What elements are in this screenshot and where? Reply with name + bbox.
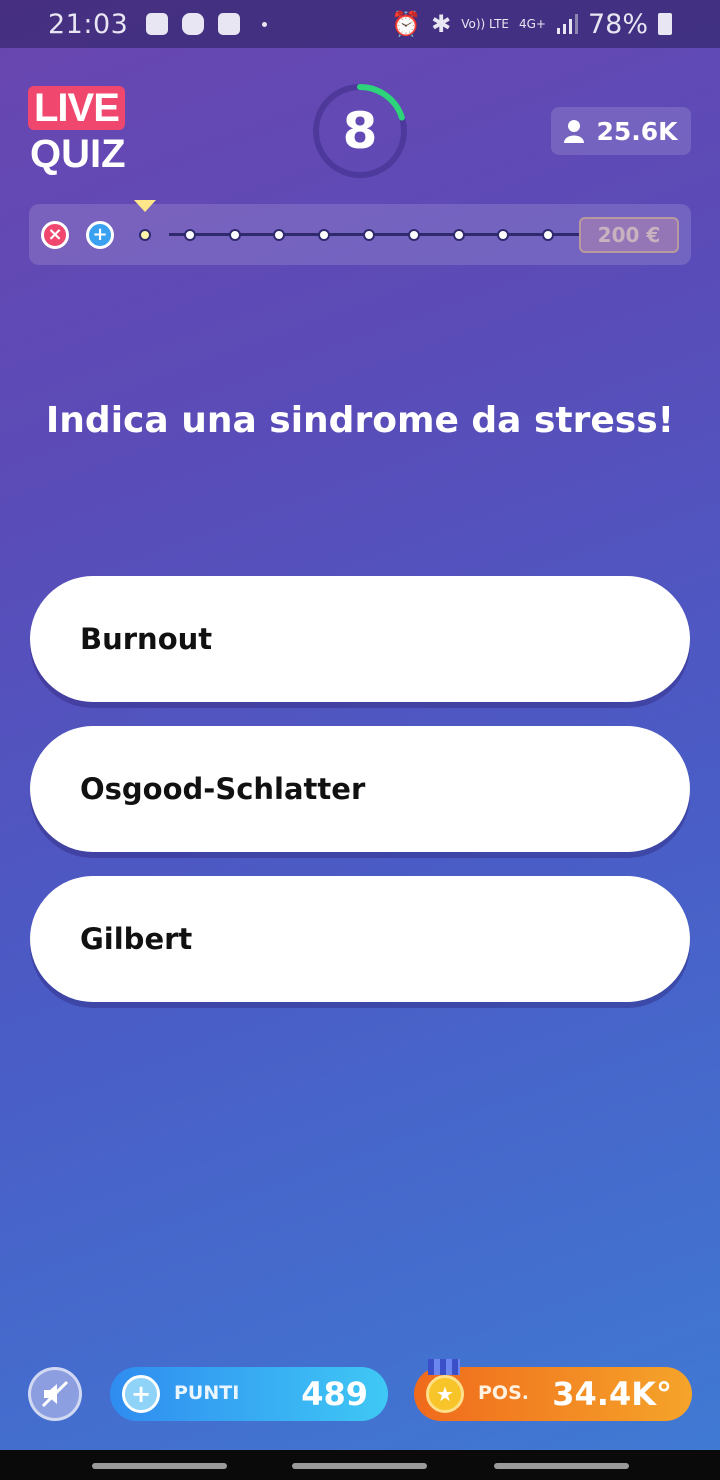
- system-nav-bar: [0, 1450, 720, 1480]
- logo-live-text: LIVE: [28, 86, 125, 130]
- game-notification-icon: [146, 13, 169, 35]
- answer-option-3[interactable]: Gilbert: [30, 876, 690, 1002]
- countdown-timer: 8: [311, 82, 409, 180]
- position-label: POS.: [478, 1382, 529, 1404]
- status-time: 21:03: [48, 8, 129, 40]
- user-icon: [564, 120, 585, 143]
- points-gem-icon: +: [122, 1375, 160, 1413]
- sound-off-icon: [41, 1380, 69, 1408]
- answer-label: Burnout: [80, 622, 213, 656]
- points-badge: + PUNTI 489: [110, 1367, 388, 1421]
- battery-icon: [658, 13, 672, 35]
- close-icon: ×: [47, 224, 63, 245]
- position-value: 34.4K°: [552, 1375, 672, 1413]
- points-value: 489: [301, 1375, 368, 1413]
- nav-home-button[interactable]: [292, 1463, 427, 1469]
- position-badge: ★ POS. 34.4K°: [414, 1359, 692, 1421]
- progress-step-dot: [497, 229, 510, 241]
- extra-life-joker-button[interactable]: +: [86, 221, 114, 249]
- answer-label: Gilbert: [80, 922, 193, 956]
- system-icons: ⏰ ✱ Vo)) LTE 4G+ 78%: [391, 9, 672, 40]
- progress-step-dot: [183, 229, 196, 241]
- mute-button[interactable]: [28, 1367, 82, 1421]
- progress-step-dot: [407, 229, 420, 241]
- timer-seconds: 8: [342, 102, 378, 160]
- progress-step-dot: [318, 229, 331, 241]
- progress-step-dot: [139, 229, 151, 241]
- answer-label: Osgood-Schlatter: [80, 772, 366, 806]
- medal-ribbon-icon: [428, 1359, 460, 1375]
- medal-icon: ★: [426, 1375, 464, 1413]
- remove-answer-joker-button[interactable]: ×: [41, 221, 69, 249]
- progress-step-dot: [273, 229, 286, 241]
- signal-icon: [556, 14, 578, 34]
- nav-back-button[interactable]: [494, 1463, 629, 1469]
- prize-badge: 200 €: [579, 217, 679, 253]
- progress-step-dot: [363, 229, 375, 241]
- answer-option-2[interactable]: Osgood-Schlatter: [30, 726, 690, 852]
- nav-recent-button[interactable]: [92, 1463, 227, 1469]
- status-bar: 21:03 ⏰ ✱ Vo)) LTE 4G+ 78%: [0, 0, 720, 48]
- task-check-icon: [218, 13, 241, 35]
- question-progress: × + 200 €: [29, 200, 691, 265]
- players-count: 25.6K: [596, 116, 678, 146]
- points-label: PUNTI: [174, 1382, 240, 1404]
- more-notifications-icon: [262, 21, 268, 27]
- current-question-marker-icon: [134, 200, 156, 212]
- progress-step-dot: [542, 229, 555, 241]
- live-quiz-logo: LIVE QUIZ: [28, 86, 140, 176]
- alarm-icon: ⏰: [391, 10, 422, 38]
- network-type: 4G+: [518, 17, 546, 31]
- logo-quiz-text: QUIZ: [30, 132, 126, 176]
- battery-percent: 78%: [587, 8, 648, 40]
- progress-step-dot: [452, 229, 465, 241]
- answer-option-1[interactable]: Burnout: [30, 576, 690, 702]
- discord-icon: [182, 13, 205, 35]
- plus-icon: +: [92, 224, 108, 245]
- bluetooth-icon: ✱: [431, 10, 452, 38]
- players-count-badge: 25.6K: [551, 107, 691, 155]
- progress-step-dot: [228, 229, 241, 241]
- volte-indicator: Vo)) LTE: [461, 17, 509, 31]
- notification-icons: [146, 13, 268, 35]
- question-text: Indica una sindrome da stress!: [45, 400, 675, 441]
